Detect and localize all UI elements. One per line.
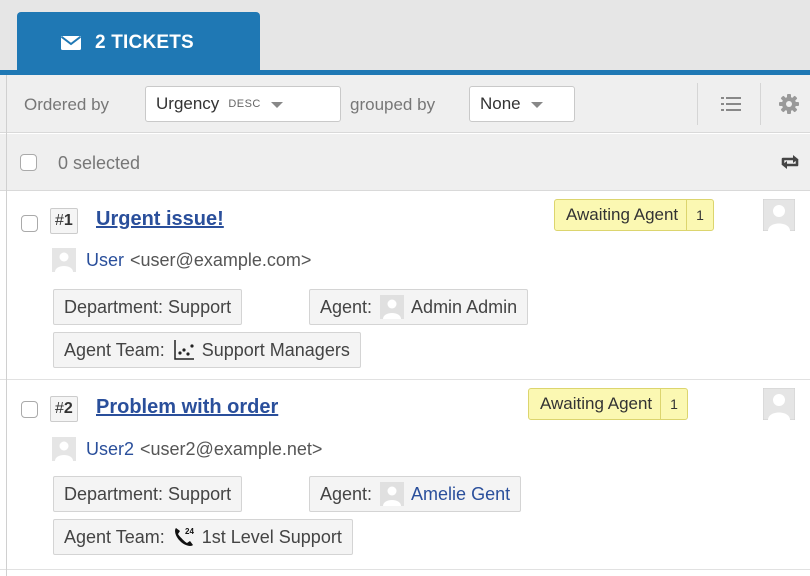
toolbar: Ordered by Urgency DESC grouped by None	[0, 75, 810, 133]
user-name-link[interactable]: User2	[86, 439, 134, 460]
ticket-number: #1	[50, 208, 78, 234]
agent-name-link[interactable]: Amelie Gent	[411, 484, 510, 505]
refresh-icon[interactable]	[779, 153, 801, 171]
team-chip: Agent Team: Support Managers	[53, 332, 361, 368]
phone-24-icon: 24	[174, 527, 194, 546]
tab-label: 2 TICKETS	[95, 32, 194, 53]
ticket-checkbox[interactable]	[21, 215, 38, 232]
status-count: 1	[686, 200, 713, 230]
agent-name: Admin Admin	[411, 296, 518, 317]
ticket-subject-link[interactable]: Problem with order	[96, 396, 278, 419]
group-value: None	[480, 94, 521, 113]
select-all-checkbox[interactable]	[20, 154, 37, 171]
team-name: 1st Level Support	[201, 526, 342, 547]
user-name-link[interactable]: User	[86, 250, 124, 271]
status-label: Awaiting Agent	[566, 205, 679, 224]
agent-label: Agent:	[320, 483, 373, 504]
department-chip: Department: Support	[53, 289, 243, 325]
order-direction: DESC	[228, 98, 261, 110]
panel-left-border	[6, 75, 7, 576]
user-email: <user@example.com>	[130, 249, 312, 270]
ticket-user: User2 <user2@example.net>	[52, 437, 322, 461]
agent-avatar	[380, 482, 405, 506]
department-text: Department: Support	[64, 296, 232, 317]
assignee-avatar[interactable]	[763, 199, 795, 231]
chart-dots-icon	[173, 340, 194, 360]
team-label: Agent Team:	[64, 526, 165, 547]
avatar	[52, 437, 76, 461]
status-count: 1	[660, 389, 687, 419]
status-badge[interactable]: Awaiting Agent 1	[554, 199, 714, 231]
ticket-number: #2	[50, 396, 78, 422]
user-email: <user2@example.net>	[140, 438, 323, 459]
ticket-row[interactable]: #1 Urgent issue! Awaiting Agent 1 User <…	[0, 191, 810, 380]
chevron-down-icon	[530, 102, 543, 108]
tab-strip: 2 TICKETS	[0, 0, 810, 74]
ordered-by-label: Ordered by	[24, 95, 110, 114]
list-icon[interactable]	[718, 91, 744, 117]
team-name: Support Managers	[201, 339, 350, 360]
team-label: Agent Team:	[64, 339, 165, 360]
selected-count: 0 selected	[58, 153, 141, 173]
order-value: Urgency	[156, 94, 220, 113]
gear-icon[interactable]	[776, 91, 802, 117]
department-chip: Department: Support	[53, 476, 243, 512]
ticket-user: User <user@example.com>	[52, 248, 311, 272]
assignee-avatar[interactable]	[763, 388, 795, 420]
status-badge[interactable]: Awaiting Agent 1	[528, 388, 688, 420]
agent-label: Agent:	[320, 296, 373, 317]
ticket-subject-link[interactable]: Urgent issue!	[96, 208, 224, 231]
agent-avatar	[380, 295, 405, 319]
avatar	[52, 248, 76, 272]
agent-chip: Agent: Amelie Gent	[309, 476, 522, 512]
toolbar-divider	[760, 83, 761, 125]
toolbar-divider	[697, 83, 698, 125]
agent-chip: Agent: Admin Admin	[309, 289, 529, 325]
ticket-row[interactable]: #2 Problem with order Awaiting Agent 1 U…	[0, 380, 810, 570]
order-dropdown[interactable]: Urgency DESC	[145, 86, 341, 122]
grouped-by-label: grouped by	[350, 95, 436, 114]
ticket-checkbox[interactable]	[21, 401, 38, 418]
team-chip: Agent Team: 24 1st Level Support	[53, 519, 353, 555]
envelope-icon	[60, 36, 82, 50]
group-dropdown[interactable]: None	[469, 86, 575, 122]
department-text: Department: Support	[64, 483, 232, 504]
tab-tickets[interactable]: 2 TICKETS	[17, 12, 260, 74]
status-label: Awaiting Agent	[540, 394, 653, 413]
svg-text:24: 24	[185, 527, 194, 536]
chevron-down-icon	[270, 102, 283, 108]
selection-bar: 0 selected	[0, 134, 810, 191]
